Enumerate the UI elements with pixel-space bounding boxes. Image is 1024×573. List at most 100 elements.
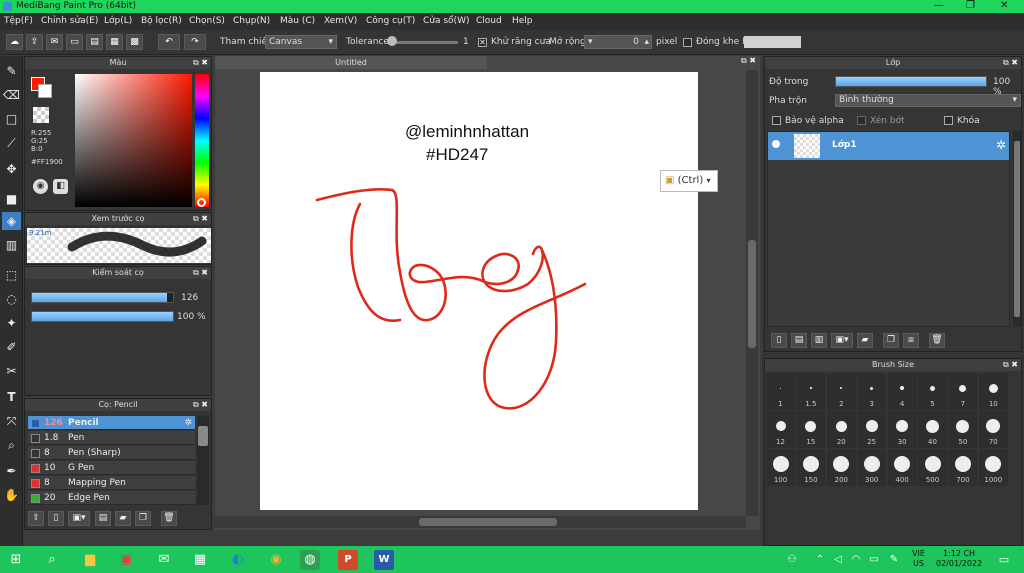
new-layer-halftone-icon[interactable]: ▤ (791, 333, 807, 348)
layer-opacity-slider[interactable] (835, 76, 987, 87)
panel-controls-icon[interactable]: ⧉ ✖ (193, 213, 208, 225)
select-rect-icon[interactable]: ⬚ (2, 266, 21, 284)
saturation-value-picker[interactable] (75, 74, 192, 207)
powerpoint-icon[interactable]: P (338, 550, 358, 570)
menu-cloud[interactable]: Cloud (476, 16, 502, 26)
scrollbar-thumb[interactable] (748, 240, 756, 348)
brush-item-mapping-pen[interactable]: 8 Mapping Pen (28, 476, 195, 490)
brush-item-pen[interactable]: 1.8 Pen (28, 431, 195, 445)
people-icon[interactable]: ⚇ (782, 550, 802, 570)
hue-handle[interactable] (197, 198, 206, 207)
search-icon[interactable]: ⌕ (42, 550, 62, 570)
wifi-icon[interactable]: ◠ (846, 550, 866, 570)
hand-icon[interactable]: ✋ (2, 486, 21, 504)
menu-capture[interactable]: Chụp(N) (233, 16, 270, 26)
panel-controls-icon[interactable]: ⧉ ✖ (1003, 57, 1018, 69)
document-icon[interactable]: ▤ (86, 34, 103, 50)
brush-size-option[interactable]: 300 (857, 449, 887, 486)
text-tool-icon[interactable]: T (2, 388, 21, 406)
expand-input[interactable]: ▾ 0 ▴ (584, 35, 652, 49)
brush-size-option[interactable]: 4 (887, 373, 917, 410)
menu-select[interactable]: Chọn(S) (189, 16, 225, 26)
visibility-icon[interactable] (772, 140, 780, 148)
layer-folder-icon[interactable]: ▰ (857, 333, 873, 348)
panel-controls-icon[interactable]: ⧉ ✖ (193, 399, 208, 411)
stepper-icon[interactable]: ▴ (644, 36, 649, 48)
operation-tool-icon[interactable]: ⤧ (2, 412, 21, 430)
grid-icon[interactable]: ▦ (106, 34, 123, 50)
dropper-icon[interactable]: ⌕ (2, 436, 21, 454)
language-indicator[interactable]: VIE US (912, 549, 925, 569)
brush-tool-icon[interactable]: ✎ (2, 62, 21, 80)
rect-tool-icon[interactable]: □ (2, 110, 21, 128)
brush-menu-icon[interactable]: ▣▾ (68, 511, 90, 526)
duplicate-layer-icon[interactable]: ❐ (883, 333, 899, 348)
brush-size-option[interactable]: 1000 (978, 449, 1008, 486)
layer-row[interactable]: Lớp1 ✲ (768, 132, 1009, 160)
brush-size-slider[interactable] (31, 292, 174, 303)
scrollbar-thumb[interactable] (419, 518, 557, 526)
tile-icon[interactable]: ▩ (126, 34, 143, 50)
menu-view[interactable]: Xem(V) (324, 16, 357, 26)
layer-menu-icon[interactable]: ▣▾ (831, 333, 853, 348)
menu-filter[interactable]: Bộ lọc(R) (141, 16, 182, 26)
gear-icon[interactable]: ✲ (184, 416, 192, 430)
transparent-swatch[interactable] (33, 107, 49, 123)
brush-list-scrollbar[interactable] (197, 416, 209, 505)
move-tool-icon[interactable]: ✥ (2, 160, 21, 178)
brush-size-option[interactable]: 1 (766, 373, 795, 410)
layer-list-scrollbar[interactable] (1013, 131, 1021, 327)
brush-size-option[interactable]: 25 (857, 411, 887, 448)
brush-size-option[interactable]: 700 (948, 449, 978, 486)
menu-file[interactable]: Tệp(F) (4, 16, 33, 26)
scrollbar-thumb[interactable] (1014, 141, 1020, 317)
trash-icon[interactable]: 🗑 (929, 333, 945, 348)
menu-tools[interactable]: Công cụ(T) (366, 16, 415, 26)
brush-size-option[interactable]: 200 (826, 449, 856, 486)
brush-item-pencil[interactable]: 126 Pencil ✲ (28, 416, 195, 430)
speaker-icon[interactable]: ◁ (828, 550, 848, 570)
panel-controls-icon[interactable]: ⧉ ✖ (193, 57, 208, 69)
redo-icon[interactable]: ↷ (184, 34, 206, 50)
brush-size-option[interactable]: 7 (948, 373, 978, 410)
palette-icon[interactable]: ◉ (33, 179, 48, 194)
lock-checkbox[interactable] (944, 116, 953, 125)
brush-size-option[interactable]: 1.5 (796, 373, 826, 410)
brush-size-option[interactable]: 5 (918, 373, 947, 410)
gift-icon[interactable]: ▣ (116, 550, 136, 570)
panel-controls-icon[interactable]: ⧉ ✖ (1003, 359, 1018, 371)
bucket-tool-icon[interactable]: ◈ (2, 212, 21, 230)
add-brush-cloud-icon[interactable]: ⇧ (28, 511, 44, 526)
vertical-scrollbar[interactable] (746, 70, 758, 516)
brush-size-option[interactable]: 12 (766, 411, 795, 448)
select-eraser-icon[interactable]: ✂ (2, 362, 21, 380)
menu-color[interactable]: Màu (C) (280, 16, 315, 26)
brush-size-option[interactable]: 20 (826, 411, 856, 448)
new-layer-icon[interactable]: ▯ (771, 333, 787, 348)
hue-slider[interactable] (195, 74, 209, 207)
brush-size-option[interactable]: 150 (796, 449, 826, 486)
export-icon[interactable]: ⇪ (26, 34, 43, 50)
brush-size-option[interactable]: 40 (918, 411, 947, 448)
chrome-icon[interactable]: ◉ (266, 550, 286, 570)
brush-item-g-pen[interactable]: 10 G Pen (28, 461, 195, 475)
brush-size-option[interactable]: 10 (978, 373, 1008, 410)
clipping-checkbox[interactable] (857, 116, 866, 125)
store-icon[interactable]: ▦ (190, 550, 210, 570)
merge-layer-icon[interactable]: ⧈ (903, 333, 919, 348)
brush-size-option[interactable]: 400 (887, 449, 917, 486)
minimize-icon[interactable]: — (934, 0, 944, 11)
menu-window[interactable]: Cửa sổ(W) (423, 16, 469, 26)
close-gap-slider[interactable] (744, 36, 801, 48)
magic-wand-icon[interactable]: ✦ (2, 314, 21, 332)
brush-duplicate-icon[interactable]: ❐ (135, 511, 151, 526)
close-gap-checkbox[interactable] (683, 38, 692, 47)
menu-layer[interactable]: Lớp(L) (104, 16, 132, 26)
canvas-area-controls-icon[interactable]: ⧉ ✖ (741, 56, 756, 66)
brush-copy-icon[interactable]: ▤ (95, 511, 111, 526)
color-history-icon[interactable]: ◧ (53, 179, 68, 194)
pen-workspace-icon[interactable]: ✎ (884, 550, 904, 570)
brush-size-option[interactable]: 30 (887, 411, 917, 448)
page-icon[interactable]: ▭ (66, 34, 83, 50)
brush-folder-icon[interactable]: ▰ (115, 511, 131, 526)
